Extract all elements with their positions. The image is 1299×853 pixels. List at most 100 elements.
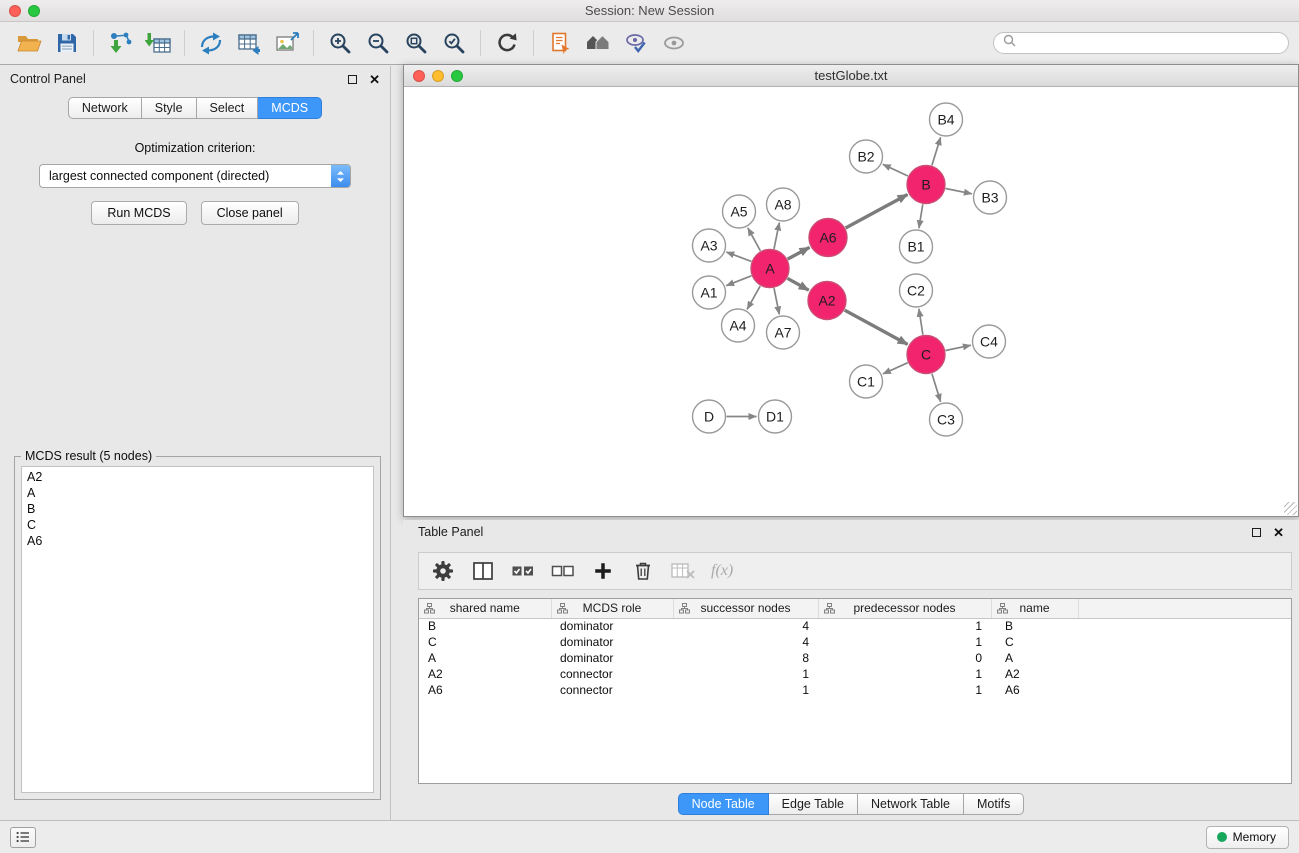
gear-icon[interactable] [427,556,459,586]
table-row[interactable]: A2 connector 1 1 A2 [419,666,1291,682]
memory-button[interactable]: Memory [1206,826,1289,849]
delete-column-icon[interactable] [627,556,659,586]
graph-node-A8[interactable]: A8 [767,188,800,221]
column-header-successor-nodes[interactable]: successor nodes [673,599,818,618]
tab-style[interactable]: Style [142,97,197,119]
graph-node-A5[interactable]: A5 [723,195,756,228]
graph-edge-A-A6[interactable] [788,247,810,259]
tab-network[interactable]: Network [68,97,142,119]
network-graph[interactable]: B4B2BB3A5A8A6A3B1AC2A1A2A4A7C4CC1DD1C3 [404,87,1298,516]
refresh-icon[interactable] [488,26,526,60]
close-panel-icon[interactable]: ✕ [369,73,380,86]
graph-node-D[interactable]: D [693,400,726,433]
search-input[interactable] [1021,35,1279,51]
close-panel-button[interactable]: Close panel [201,201,299,225]
graph-edge-A-A3[interactable] [726,252,751,261]
tab-network-table[interactable]: Network Table [858,793,964,815]
tab-edge-table[interactable]: Edge Table [769,793,858,815]
save-session-icon[interactable] [48,26,86,60]
show-panel-list-button[interactable] [10,827,36,848]
select-all-rows-icon[interactable] [507,556,539,586]
graph-edge-C-C2[interactable] [919,309,923,335]
graph-edge-A6-B[interactable] [846,195,908,229]
graph-node-C1[interactable]: C1 [850,365,883,398]
tab-mcds[interactable]: MCDS [258,97,322,119]
graph-node-B[interactable]: B [907,166,945,204]
graph-node-C2[interactable]: C2 [900,274,933,307]
column-header-name[interactable]: name [991,599,1078,618]
graph-node-A2[interactable]: A2 [808,282,846,320]
list-item[interactable]: A6 [27,533,368,549]
graph-edge-A2-C[interactable] [845,310,908,344]
tab-select[interactable]: Select [197,97,259,119]
function-builder-icon[interactable]: f(x) [707,562,733,580]
eye-icon[interactable] [655,26,693,60]
graph-edge-A-A4[interactable] [747,286,760,310]
graph-edge-C-C1[interactable] [883,363,908,374]
network-window-titlebar[interactable]: testGlobe.txt [404,65,1298,87]
graph-edge-A-A8[interactable] [774,223,779,249]
close-table-panel-icon[interactable]: ✕ [1273,526,1284,539]
neighbors-document-icon[interactable] [541,26,579,60]
export-image-icon[interactable] [268,26,306,60]
delete-table-icon[interactable] [667,556,699,586]
graph-node-A4[interactable]: A4 [722,309,755,342]
tab-motifs[interactable]: Motifs [964,793,1024,815]
table-row[interactable]: C dominator 4 1 C [419,634,1291,650]
graph-edge-A-A2[interactable] [787,278,808,290]
graph-node-B4[interactable]: B4 [930,103,963,136]
graph-edge-A-A5[interactable] [748,228,761,251]
zoom-out-icon[interactable] [359,26,397,60]
select-columns-icon[interactable] [467,556,499,586]
zoom-in-icon[interactable] [321,26,359,60]
graph-node-B3[interactable]: B3 [974,181,1007,214]
table-row[interactable]: A6 connector 1 1 A6 [419,682,1291,698]
network-arrows-icon[interactable] [192,26,230,60]
add-column-icon[interactable] [587,556,619,586]
zoom-selected-icon[interactable] [435,26,473,60]
open-session-icon[interactable] [10,26,48,60]
run-mcds-button[interactable]: Run MCDS [91,201,186,225]
import-network-icon[interactable] [101,26,139,60]
zoom-fit-icon[interactable] [397,26,435,60]
graph-edge-B-B4[interactable] [932,137,941,165]
table-row[interactable]: A dominator 8 0 A [419,650,1291,666]
graph-node-A[interactable]: A [751,250,789,288]
import-table-icon[interactable] [139,26,177,60]
deselect-all-rows-icon[interactable] [547,556,579,586]
column-header-shared-name[interactable]: shared name [419,599,551,618]
graph-edge-C-C3[interactable] [932,374,941,402]
graph-edge-A-A1[interactable] [726,276,751,286]
minimize-view-button[interactable] [432,70,444,82]
graphics-details-icon[interactable] [617,26,655,60]
float-panel-icon[interactable] [348,75,357,84]
close-window-button[interactable] [9,5,21,17]
list-item[interactable]: A [27,485,368,501]
float-table-panel-icon[interactable] [1252,528,1261,537]
list-item[interactable]: A2 [27,469,368,485]
graph-node-C4[interactable]: C4 [973,325,1006,358]
graph-node-B2[interactable]: B2 [850,140,883,173]
close-view-button[interactable] [413,70,425,82]
network-canvas[interactable]: B4B2BB3A5A8A6A3B1AC2A1A2A4A7C4CC1DD1C3 [404,87,1298,516]
graph-edge-C-C4[interactable] [946,345,971,350]
graph-node-A7[interactable]: A7 [767,316,800,349]
home-overview-icon[interactable] [579,26,617,60]
resize-handle[interactable] [1284,502,1297,515]
zoom-view-button[interactable] [451,70,463,82]
tab-node-table[interactable]: Node Table [678,793,769,815]
search-field[interactable] [993,32,1289,54]
graph-edge-B-B1[interactable] [919,204,923,228]
dropdown-stepper-icon[interactable] [331,165,350,187]
graph-edge-A-A7[interactable] [774,288,779,314]
graph-node-A6[interactable]: A6 [809,219,847,257]
zoom-window-button[interactable] [28,5,40,17]
network-from-table-icon[interactable] [230,26,268,60]
mcds-result-list[interactable]: A2 A B C A6 [21,466,374,793]
table-row[interactable]: B dominator 4 1 B [419,618,1291,634]
graph-edge-B-B2[interactable] [883,164,908,176]
graph-node-D1[interactable]: D1 [759,400,792,433]
column-header-mcds-role[interactable]: MCDS role [551,599,673,618]
graph-node-C3[interactable]: C3 [930,403,963,436]
graph-node-A1[interactable]: A1 [693,276,726,309]
